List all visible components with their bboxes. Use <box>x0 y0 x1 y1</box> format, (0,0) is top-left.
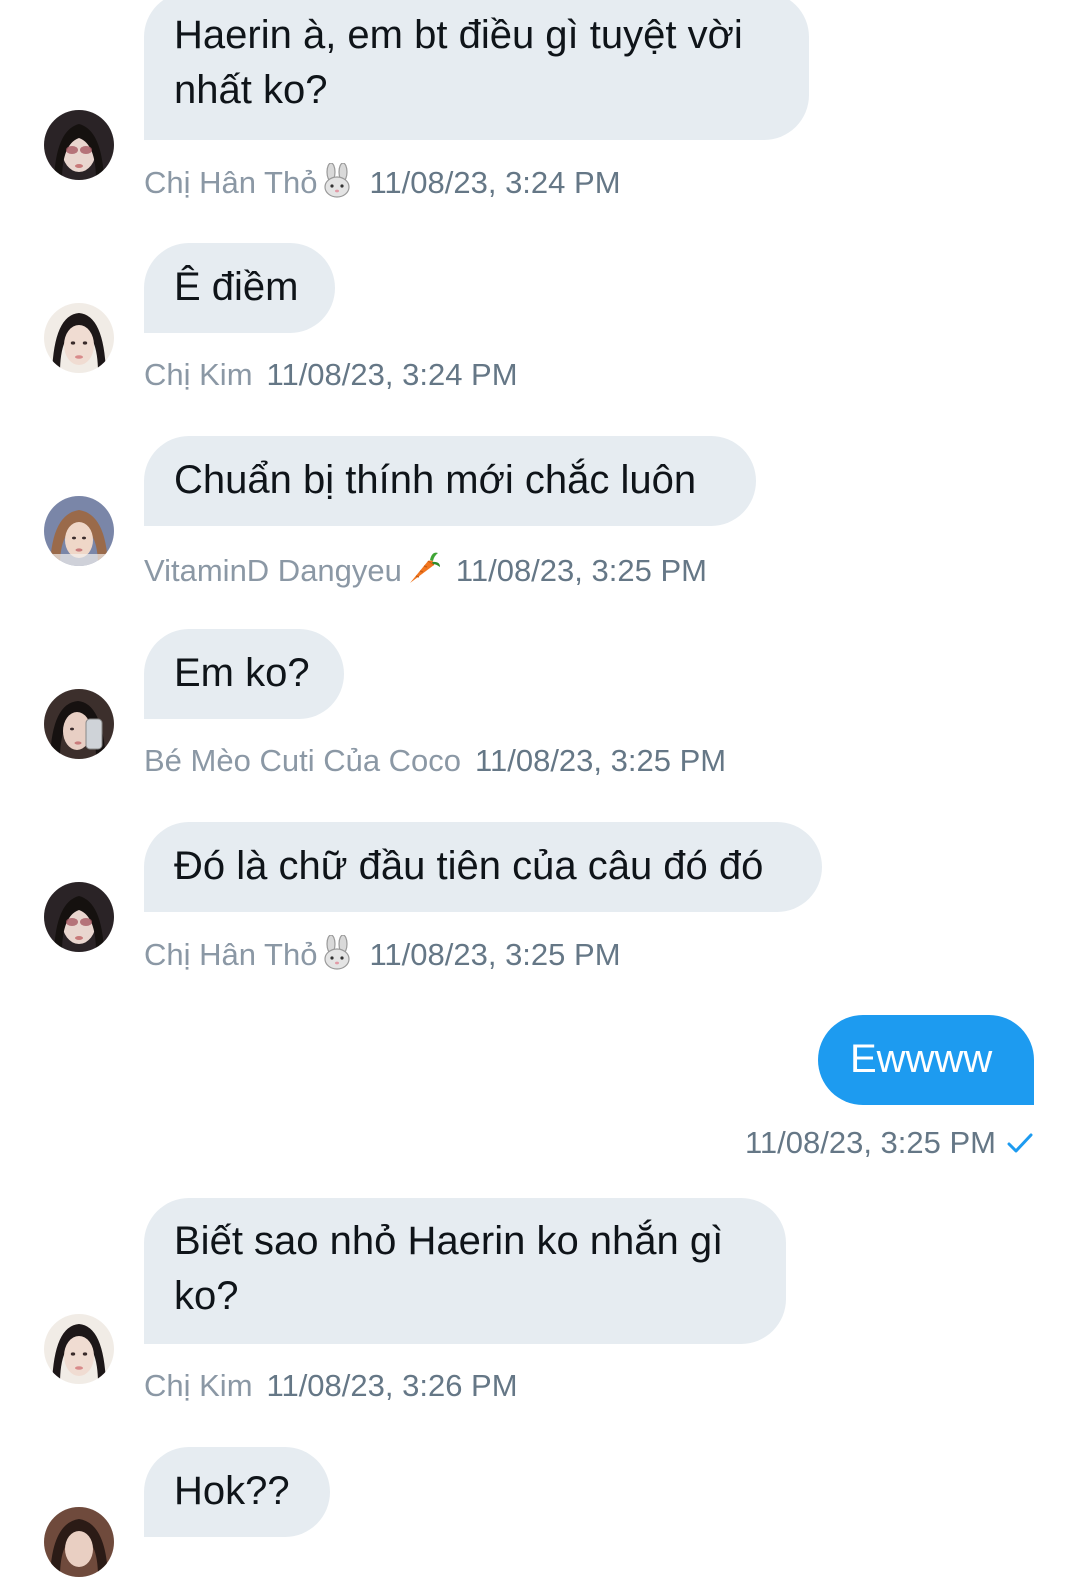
own-message-bubble[interactable]: Ewwww <box>818 1015 1034 1105</box>
avatar[interactable] <box>44 303 114 373</box>
timestamp: 11/08/23, 3:24 PM <box>369 165 621 200</box>
timestamp: 11/08/23, 3:24 PM <box>266 357 518 392</box>
message-bubble[interactable]: Chuẩn bị thính mới chắc luôn <box>144 436 756 526</box>
sender-name[interactable]: Bé Mèo Cuti Của Coco <box>144 743 461 778</box>
message-text: Đó là chữ đầu tiên của câu đó đó <box>174 844 764 888</box>
message-bubble[interactable]: Em ko? <box>144 629 344 719</box>
avatar[interactable] <box>44 110 114 180</box>
message-text: Em ko? <box>174 651 310 695</box>
sender-name[interactable]: VitaminD Dangyeu <box>144 553 402 588</box>
rabbit-face-icon <box>319 162 355 208</box>
sender-name[interactable]: Chị Hân Thỏ <box>144 165 317 200</box>
message-meta: VitaminD Dangyeu 11/08/23, 3:25 PM <box>144 549 707 596</box>
avatar[interactable] <box>44 882 114 952</box>
message-text: Hok?? <box>174 1469 290 1513</box>
message-text: Ewwww <box>850 1037 993 1081</box>
message-meta: 11/08/23, 3:25 PM <box>745 1124 1034 1164</box>
message-text: Chuẩn bị thính mới chắc luôn <box>174 458 697 502</box>
message-bubble[interactable]: Haerin à, em bt điều gì tuyệt vời nhất k… <box>144 0 809 140</box>
sender-name[interactable]: Chị Kim <box>144 357 253 392</box>
timestamp: 11/08/23, 3:25 PM <box>475 743 727 778</box>
timestamp: 11/08/23, 3:25 PM <box>369 937 621 972</box>
checkmark-icon <box>1006 1126 1034 1164</box>
rabbit-face-icon <box>319 934 355 980</box>
message-meta: Chị Hân Thỏ 11/08/23, 3:24 PM <box>144 162 621 208</box>
message-meta: Chị Hân Thỏ 11/08/23, 3:25 PM <box>144 934 621 980</box>
avatar[interactable] <box>44 1314 114 1384</box>
message-text: Biết sao nhỏ Haerin ko nhắn gì ko? <box>174 1219 724 1318</box>
message-bubble[interactable]: Đó là chữ đầu tiên của câu đó đó <box>144 822 822 912</box>
carrot-icon <box>404 549 442 596</box>
timestamp: 11/08/23, 3:26 PM <box>266 1368 518 1403</box>
message-meta: Bé Mèo Cuti Của Coco 11/08/23, 3:25 PM <box>144 742 726 780</box>
message-text: Haerin à, em bt điều gì tuyệt vời nhất k… <box>174 13 743 112</box>
timestamp: 11/08/23, 3:25 PM <box>744 1125 996 1160</box>
avatar[interactable] <box>44 1507 114 1577</box>
avatar[interactable] <box>44 496 114 566</box>
timestamp: 11/08/23, 3:25 PM <box>455 553 707 588</box>
avatar[interactable] <box>44 689 114 759</box>
message-text: Ê điềm <box>174 265 299 309</box>
message-bubble[interactable]: Biết sao nhỏ Haerin ko nhắn gì ko? <box>144 1198 786 1344</box>
message-meta: Chị Kim 11/08/23, 3:26 PM <box>144 1367 518 1405</box>
message-bubble[interactable]: Ê điềm <box>144 243 335 333</box>
message-meta: Chị Kim 11/08/23, 3:24 PM <box>144 356 518 394</box>
sender-name[interactable]: Chị Kim <box>144 1368 253 1403</box>
message-bubble[interactable]: Hok?? <box>144 1447 330 1537</box>
sender-name[interactable]: Chị Hân Thỏ <box>144 937 317 972</box>
